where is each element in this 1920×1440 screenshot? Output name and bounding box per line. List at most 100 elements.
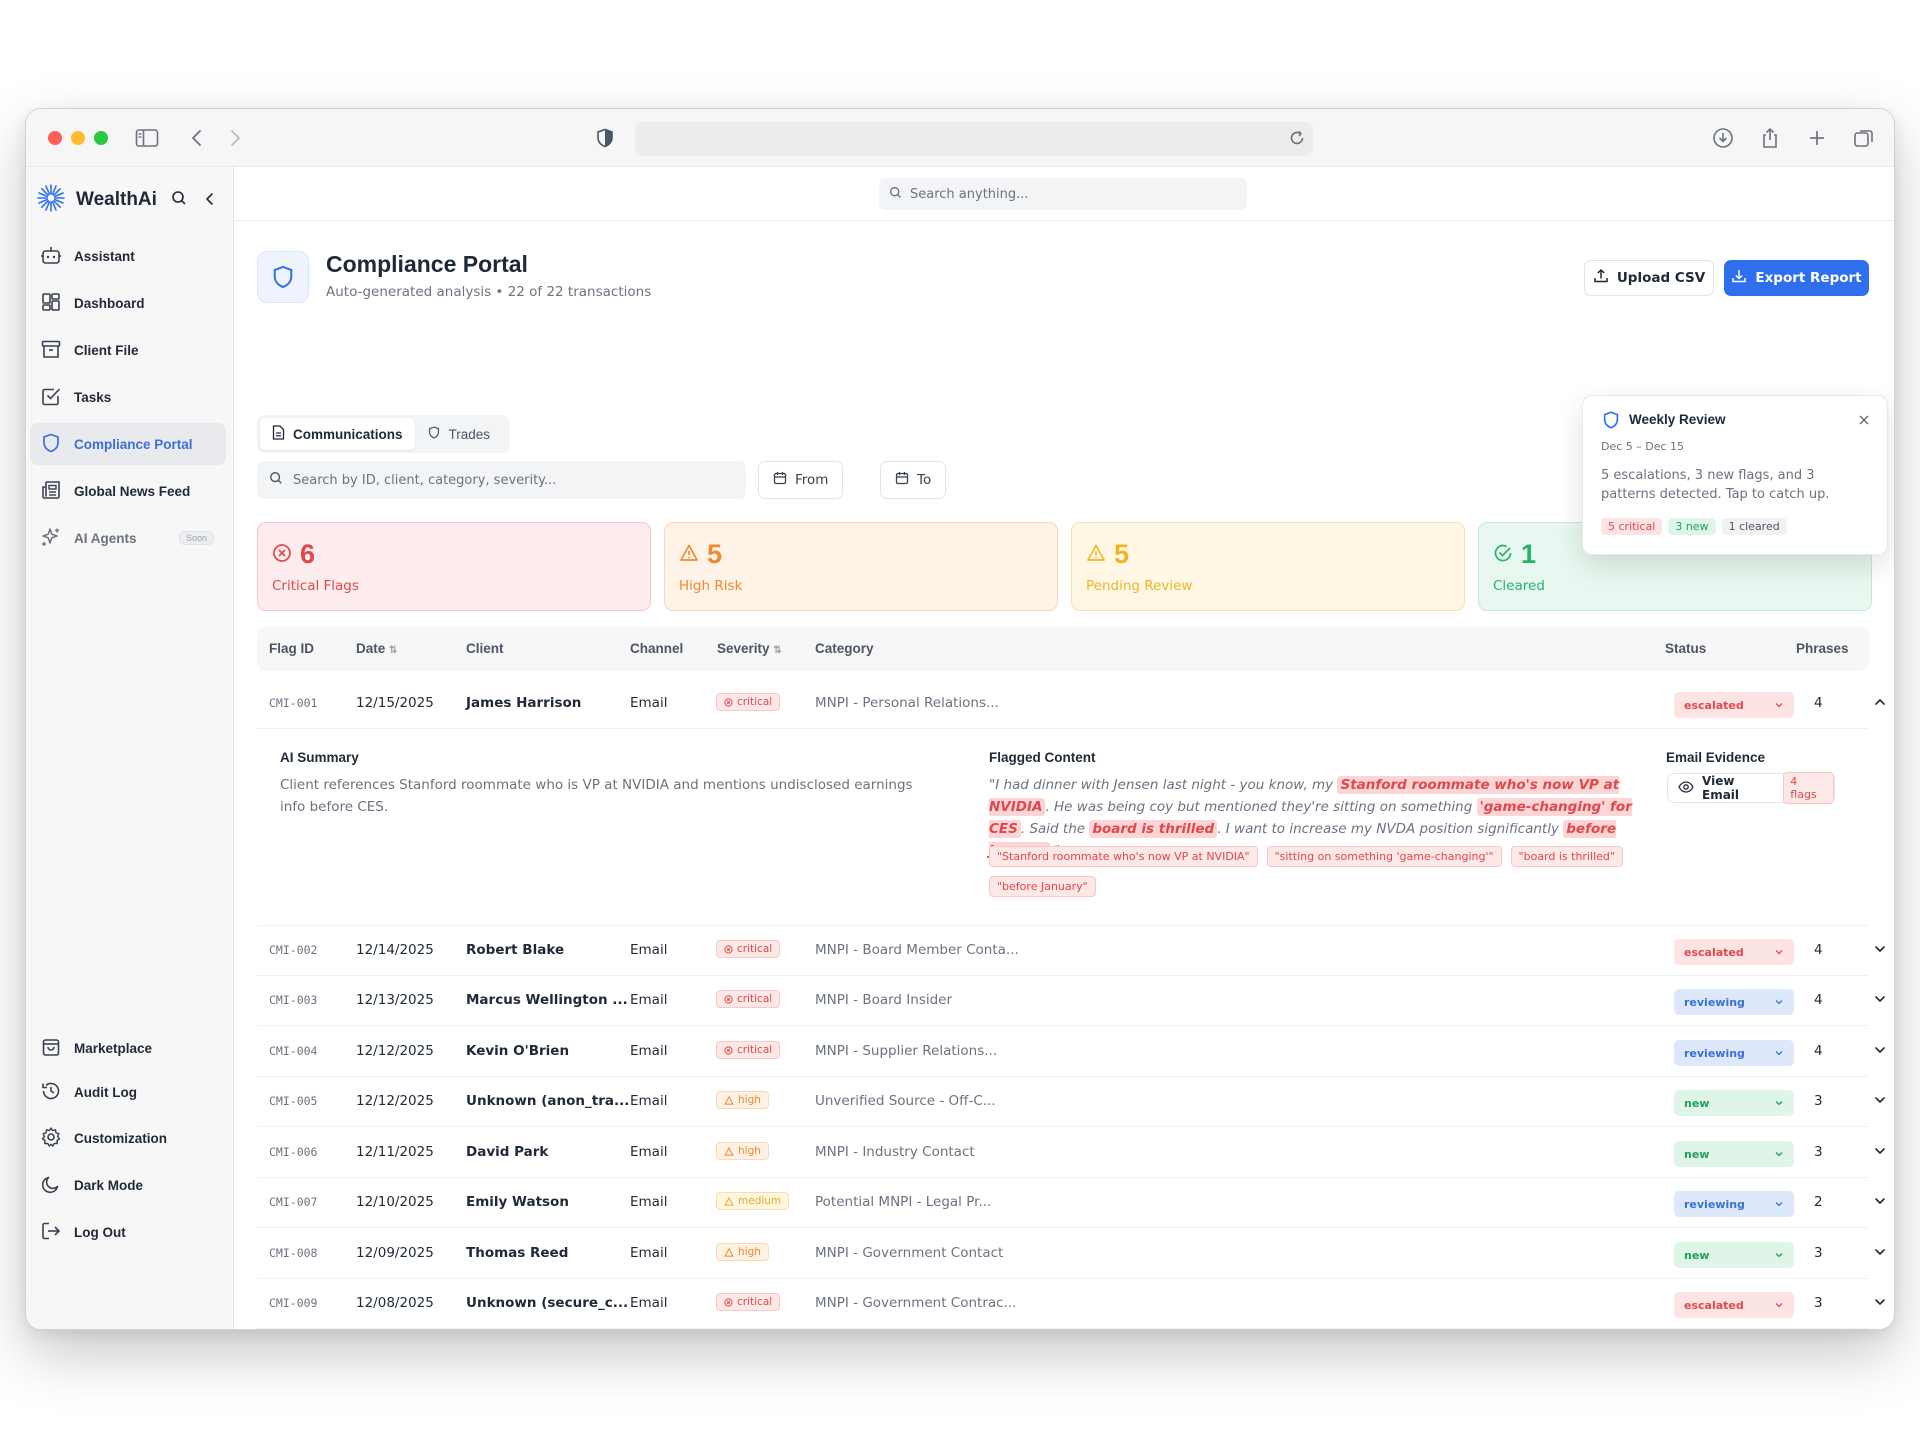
status-label: reviewing xyxy=(1684,1197,1745,1211)
table-row[interactable]: CMI-004 12/12/2025 Kevin O'Brien Email criti… xyxy=(257,1027,1885,1077)
sidebar-item-label: Marketplace xyxy=(74,1040,153,1056)
reload-icon[interactable] xyxy=(1287,128,1307,152)
sidebar-item-dashboard[interactable]: Dashboard xyxy=(30,282,226,324)
to-date-button[interactable]: To xyxy=(880,461,947,499)
stat-card-pending-review[interactable]: 5 Pending Review xyxy=(1071,522,1465,611)
table-row[interactable]: CMI-009 12/08/2025 Unknown (secure_c... Ema… xyxy=(257,1279,1885,1329)
sidebar-item-marketplace[interactable]: Marketplace xyxy=(30,1027,226,1069)
chevron-down-icon[interactable] xyxy=(1871,1243,1889,1261)
address-bar[interactable] xyxy=(635,122,1313,156)
chevron-down-icon xyxy=(1774,1199,1784,1209)
export-report-label: Export Report xyxy=(1755,270,1862,286)
column-date[interactable]: Date ⇅ xyxy=(356,641,397,656)
sidebar-item-audit-log[interactable]: Audit Log xyxy=(30,1071,226,1113)
sidebar-item-tasks[interactable]: Tasks xyxy=(30,376,226,418)
sidebar-item-ai-agents[interactable]: AI Agents Soon xyxy=(30,517,226,559)
sidebar-item-client-file[interactable]: Client File xyxy=(30,329,226,371)
status-select[interactable]: escalated xyxy=(1674,1292,1794,1318)
chevron-down-icon[interactable] xyxy=(1871,1041,1889,1059)
table-row[interactable]: CMI-003 12/13/2025 Marcus Wellington ... Em… xyxy=(257,976,1885,1026)
page-subtitle: Auto-generated analysis • 22 of 22 trans… xyxy=(326,284,652,300)
upload-csv-label: Upload CSV xyxy=(1616,270,1706,286)
shield-icon xyxy=(427,425,441,443)
table-row[interactable]: CMI-001 12/15/2025 James Harrison Email crit… xyxy=(257,679,1885,729)
chevron-down-icon[interactable] xyxy=(1871,940,1889,958)
close-icon[interactable] xyxy=(1857,412,1871,431)
status-label: escalated xyxy=(1684,1298,1744,1312)
new-tab-icon[interactable] xyxy=(1804,125,1830,151)
soon-badge: Soon xyxy=(178,531,214,545)
from-date-button[interactable]: From xyxy=(758,461,844,499)
status-select[interactable]: escalated xyxy=(1674,939,1794,965)
global-search-input[interactable]: Search anything... xyxy=(879,178,1247,210)
tab-communications[interactable]: Communications xyxy=(260,418,415,450)
sparkles-icon xyxy=(40,526,62,551)
flagged-text-segment: . I want to increase my NVDA position si… xyxy=(1217,821,1564,837)
highlighted-phrase: board is thrilled xyxy=(1089,820,1218,838)
sidebar-item-dark-mode[interactable]: Dark Mode xyxy=(30,1164,226,1206)
tab-trades[interactable]: Trades xyxy=(415,418,503,450)
sidebar-item-customization[interactable]: Customization xyxy=(30,1117,226,1159)
badge-critical: 5 critical xyxy=(1601,518,1663,535)
status-select[interactable]: reviewing xyxy=(1674,989,1794,1015)
back-icon[interactable] xyxy=(184,125,210,151)
stat-label: Critical Flags xyxy=(272,578,359,594)
history-icon xyxy=(40,1080,62,1105)
flag-date: 12/12/2025 xyxy=(356,1093,434,1109)
chevron-up-icon[interactable] xyxy=(1871,693,1889,711)
table-row[interactable]: CMI-008 12/09/2025 Thomas Reed Email high MNP… xyxy=(257,1229,1885,1279)
view-email-button[interactable]: View Email 4 flags xyxy=(1667,772,1835,804)
phrase-count: 4 xyxy=(1814,1043,1823,1059)
sidebar-item-log-out[interactable]: Log Out xyxy=(30,1211,226,1253)
forward-icon[interactable] xyxy=(222,125,248,151)
column-severity[interactable]: Severity ⇅ xyxy=(717,641,782,656)
sort-icon: ⇅ xyxy=(389,645,398,656)
chevron-down-icon[interactable] xyxy=(1871,1293,1889,1311)
status-select[interactable]: new xyxy=(1674,1090,1794,1116)
sidebar-item-compliance-portal[interactable]: Compliance Portal xyxy=(30,423,226,465)
stat-value: 1 xyxy=(1521,539,1537,569)
moon-icon xyxy=(40,1173,62,1198)
severity-warning-icon xyxy=(724,1196,734,1206)
close-window-button[interactable] xyxy=(48,131,62,145)
category: MNPI - Board Member Conta... xyxy=(815,942,1019,958)
filter-search-input[interactable]: Search by ID, client, category, severity… xyxy=(257,461,746,499)
table-header: Flag ID Date ⇅ Client Channel Severity ⇅… xyxy=(257,627,1869,671)
phrase-chip: "sitting on something 'game-changing'" xyxy=(1266,846,1502,867)
table-row[interactable]: CMI-005 12/12/2025 Unknown (anon_tra... Ema… xyxy=(257,1077,1885,1127)
table-row[interactable]: CMI-002 12/14/2025 Robert Blake Email critic… xyxy=(257,926,1885,976)
phrase-count: 4 xyxy=(1814,942,1823,958)
severity-warning-icon xyxy=(724,1146,734,1156)
stat-card-high-risk[interactable]: 5 High Risk xyxy=(664,522,1058,611)
upload-csv-button[interactable]: Upload CSV xyxy=(1584,260,1714,296)
tab-overview-icon[interactable] xyxy=(1851,125,1877,151)
sidebar-toggle-icon[interactable] xyxy=(134,125,160,151)
chevron-down-icon xyxy=(1774,1048,1784,1058)
flag-date: 12/09/2025 xyxy=(356,1245,434,1261)
status-select[interactable]: reviewing xyxy=(1674,1040,1794,1066)
chevron-down-icon[interactable] xyxy=(1871,1091,1889,1109)
table-row[interactable]: CMI-007 12/10/2025 Emily Watson Email medium… xyxy=(257,1178,1885,1228)
download-icon[interactable] xyxy=(1710,125,1736,151)
stat-card-critical[interactable]: 6 Critical Flags xyxy=(257,522,651,611)
privacy-shield-icon[interactable] xyxy=(592,125,618,151)
sidebar-item-global-news-feed[interactable]: Global News Feed xyxy=(30,470,226,512)
table-row[interactable]: CMI-006 12/11/2025 David Park Email high MNPI… xyxy=(257,1128,1885,1178)
flag-date: 12/08/2025 xyxy=(356,1295,434,1311)
weekly-review-popup[interactable]: Weekly Review Dec 5 – Dec 15 5 escalatio… xyxy=(1582,395,1888,555)
status-select[interactable]: reviewing xyxy=(1674,1191,1794,1217)
chevron-down-icon[interactable] xyxy=(1871,1142,1889,1160)
share-icon[interactable] xyxy=(1757,125,1783,151)
status-select[interactable]: new xyxy=(1674,1141,1794,1167)
zoom-window-button[interactable] xyxy=(94,131,108,145)
sidebar-item-assistant[interactable]: Assistant xyxy=(30,235,226,277)
search-icon[interactable] xyxy=(171,190,187,210)
client-name: Unknown (secure_c... xyxy=(466,1295,629,1311)
collapse-sidebar-icon[interactable] xyxy=(203,191,217,210)
minimize-window-button[interactable] xyxy=(71,131,85,145)
status-select[interactable]: escalated xyxy=(1674,692,1794,718)
export-report-button[interactable]: Export Report xyxy=(1724,260,1869,296)
chevron-down-icon[interactable] xyxy=(1871,1192,1889,1210)
status-select[interactable]: new xyxy=(1674,1242,1794,1268)
chevron-down-icon[interactable] xyxy=(1871,990,1889,1008)
